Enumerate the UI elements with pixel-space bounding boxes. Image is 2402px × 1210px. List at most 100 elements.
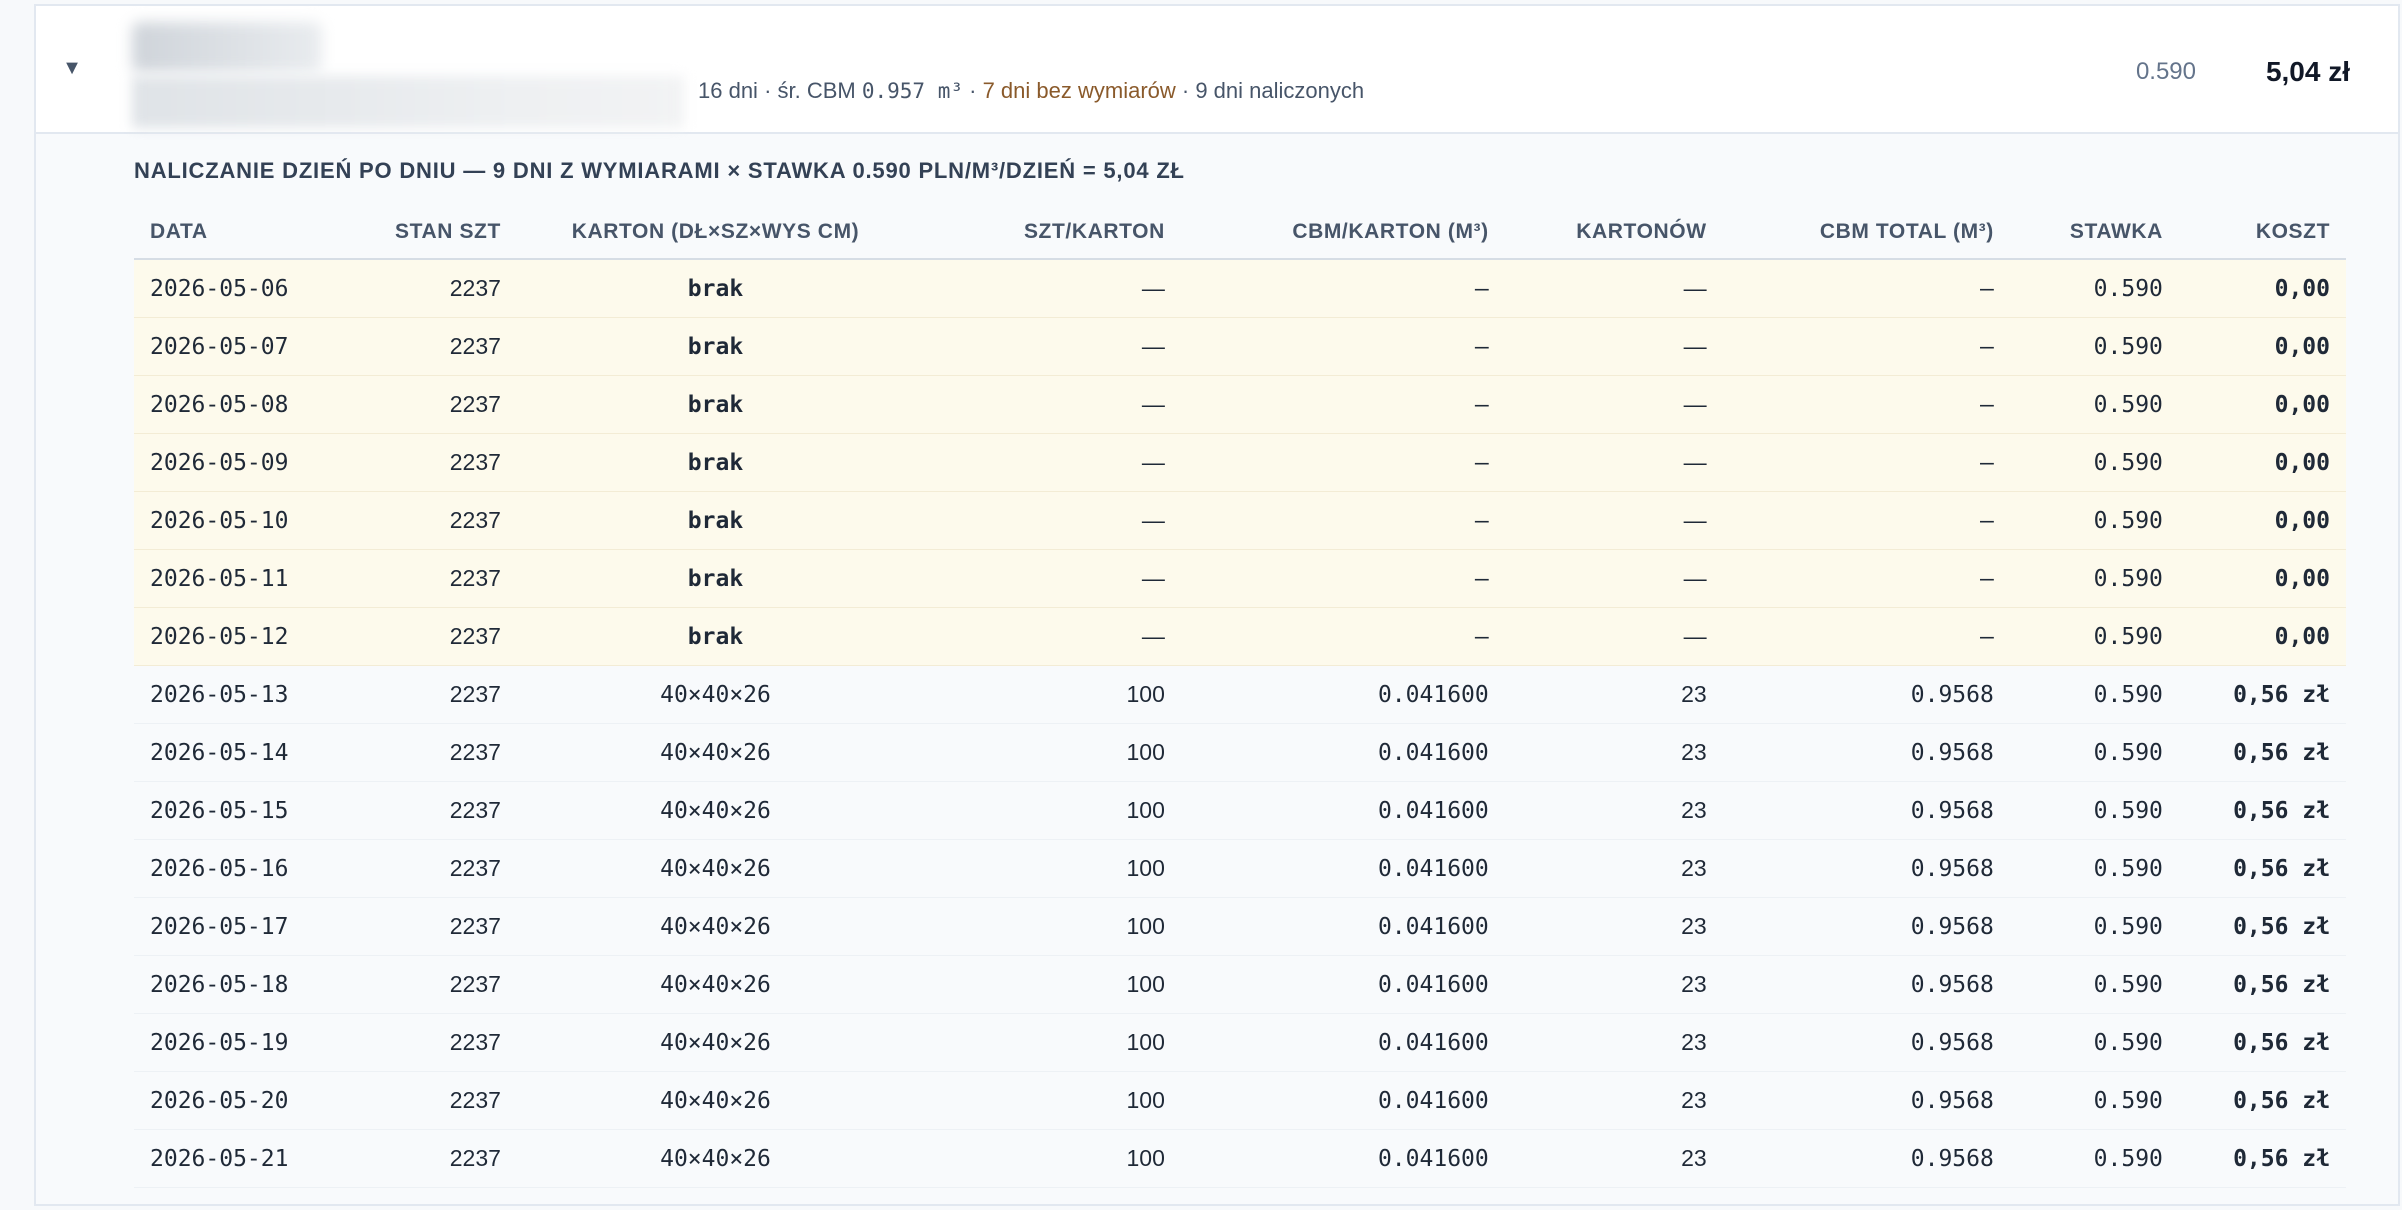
- cell-rate: 0.590: [2009, 491, 2179, 550]
- table-row: 2026-05-15 2237 40×40×26 100 0.041600 23 0.956…: [134, 781, 2346, 840]
- col-header-cost: KOSZT: [2178, 206, 2346, 260]
- cell-cartons: —: [1504, 375, 1723, 434]
- col-header-rate: STAWKA: [2009, 206, 2179, 260]
- cell-cbm-carton: –: [1180, 607, 1505, 666]
- cell-cartons: 23: [1504, 1071, 1723, 1130]
- summary-missing-dimensions: 7 dni bez wymiarów: [982, 78, 1176, 103]
- cell-cbm-carton: –: [1180, 433, 1505, 492]
- col-header-stock: STAN SZT: [337, 206, 517, 260]
- table-row: 2026-05-12 2237 brak — – — –0.590 0,00: [134, 607, 2346, 666]
- cell-stock: 2237: [337, 1129, 517, 1188]
- sku-summary: 16 dni · śr. CBM 0.957 m³ · 7 dni bez wy…: [698, 78, 1364, 104]
- cell-per-carton: —: [914, 375, 1181, 434]
- header-rate: 0.590: [2135, 58, 2196, 85]
- cell-per-carton: —: [914, 491, 1181, 550]
- table-header-row: DATA STAN SZT KARTON (DŁ×SZ×WYS CM) SZT/…: [134, 206, 2346, 260]
- cell-date: 2026-05-14: [134, 723, 338, 782]
- collapse-toggle-icon[interactable]: ▼: [60, 56, 84, 80]
- table-row: 2026-05-07 2237 brak — – — –0.590 0,00: [134, 317, 2346, 376]
- redacted-sku-description: [132, 76, 684, 128]
- cell-per-carton: —: [914, 259, 1181, 318]
- cell-stock: 2237: [337, 955, 517, 1014]
- cell-carton: 40×40×26: [516, 1071, 915, 1130]
- breakdown-title: NALICZANIE DZIEŃ PO DNIU — 9 DNI Z WYMIA…: [134, 158, 1185, 183]
- col-header-cartons: KARTONÓW: [1504, 206, 1723, 260]
- cell-cbm-total: 0.9568: [1722, 955, 2010, 1014]
- cell-cbm-total: 0.9568: [1722, 665, 2010, 724]
- table-row: 2026-05-13 2237 40×40×26 100 0.041600 23 0.956…: [134, 665, 2346, 724]
- cell-per-carton: —: [914, 317, 1181, 376]
- cell-cartons: 23: [1504, 1129, 1723, 1188]
- cell-rate: 0.590: [2009, 549, 2179, 608]
- cell-carton: 40×40×26: [516, 665, 915, 724]
- cell-cartons: —: [1504, 607, 1723, 666]
- cell-cbm-total: –: [1722, 607, 2010, 666]
- table-row: 2026-05-16 2237 40×40×26 100 0.041600 23 0.956…: [134, 839, 2346, 898]
- cell-cbm-total: 0.9568: [1722, 1129, 2010, 1188]
- cell-stock: 2237: [337, 723, 517, 782]
- cell-per-carton: 100: [914, 1071, 1181, 1130]
- cell-cost: 0,00: [2178, 607, 2346, 666]
- cell-carton: brak: [516, 549, 915, 608]
- cell-cost: 0,56 zł: [2178, 955, 2346, 1014]
- cell-carton: brak: [516, 433, 915, 492]
- cell-date: 2026-05-17: [134, 897, 338, 956]
- cell-cartons: —: [1504, 317, 1723, 376]
- cell-cartons: 23: [1504, 1013, 1723, 1072]
- cell-cartons: 23: [1504, 665, 1723, 724]
- cell-cbm-total: –: [1722, 491, 2010, 550]
- cell-date: 2026-05-19: [134, 1013, 338, 1072]
- daily-breakdown-table: DATA STAN SZT KARTON (DŁ×SZ×WYS CM) SZT/…: [134, 206, 2346, 1188]
- table-row: 2026-05-19 2237 40×40×26 100 0.041600 23 0.956…: [134, 1013, 2346, 1072]
- cell-rate: 0.590: [2009, 955, 2179, 1014]
- table-row: 2026-05-21 2237 40×40×26 100 0.041600 23 0.956…: [134, 1129, 2346, 1188]
- cell-stock: 2237: [337, 375, 517, 434]
- cell-cartons: 23: [1504, 955, 1723, 1014]
- cell-carton: brak: [516, 317, 915, 376]
- cell-rate: 0.590: [2009, 607, 2179, 666]
- cell-per-carton: —: [914, 549, 1181, 608]
- cell-per-carton: 100: [914, 897, 1181, 956]
- cell-carton: brak: [516, 259, 915, 318]
- cell-per-carton: 100: [914, 839, 1181, 898]
- cell-cbm-total: 0.9568: [1722, 781, 2010, 840]
- cell-cbm-carton: –: [1180, 317, 1505, 376]
- summary-separator: ·: [757, 78, 778, 103]
- cell-per-carton: 100: [914, 665, 1181, 724]
- cell-cbm-carton: 0.041600: [1180, 955, 1505, 1014]
- cell-carton: brak: [516, 375, 915, 434]
- cell-rate: 0.590: [2009, 1013, 2179, 1072]
- sku-row-header[interactable]: ▼ 16 dni · śr. CBM 0.957 m³ · 7 dni bez …: [36, 6, 2398, 134]
- cell-rate: 0.590: [2009, 839, 2179, 898]
- cell-stock: 2237: [337, 317, 517, 376]
- cell-per-carton: 100: [914, 723, 1181, 782]
- cell-cbm-carton: –: [1180, 491, 1505, 550]
- summary-separator: ·: [963, 78, 983, 103]
- cell-carton: 40×40×26: [516, 1129, 915, 1188]
- cell-date: 2026-05-07: [134, 317, 338, 376]
- cell-stock: 2237: [337, 1071, 517, 1130]
- cell-stock: 2237: [337, 607, 517, 666]
- cell-rate: 0.590: [2009, 781, 2179, 840]
- table-row: 2026-05-18 2237 40×40×26 100 0.041600 23 0.956…: [134, 955, 2346, 1014]
- summary-avg-label: śr. CBM: [777, 78, 862, 103]
- cell-cartons: 23: [1504, 839, 1723, 898]
- cell-cost: 0,56 zł: [2178, 897, 2346, 956]
- cell-per-carton: —: [914, 607, 1181, 666]
- summary-separator: ·: [1175, 78, 1196, 103]
- cell-date: 2026-05-08: [134, 375, 338, 434]
- table-row: 2026-05-17 2237 40×40×26 100 0.041600 23 0.956…: [134, 897, 2346, 956]
- cell-stock: 2237: [337, 549, 517, 608]
- cell-stock: 2237: [337, 897, 517, 956]
- cell-carton: 40×40×26: [516, 955, 915, 1014]
- table-row: 2026-05-06 2237 brak — – — –0.590 0,00: [134, 259, 2346, 318]
- cell-cost: 0,56 zł: [2178, 1129, 2346, 1188]
- cell-stock: 2237: [337, 1013, 517, 1072]
- cell-cost: 0,00: [2178, 433, 2346, 492]
- cell-carton: 40×40×26: [516, 897, 915, 956]
- cell-cbm-total: –: [1722, 375, 2010, 434]
- sku-storage-panel: ▼ 16 dni · śr. CBM 0.957 m³ · 7 dni bez …: [34, 4, 2400, 1206]
- cell-rate: 0.590: [2009, 433, 2179, 492]
- cell-date: 2026-05-10: [134, 491, 338, 550]
- cell-date: 2026-05-21: [134, 1129, 338, 1188]
